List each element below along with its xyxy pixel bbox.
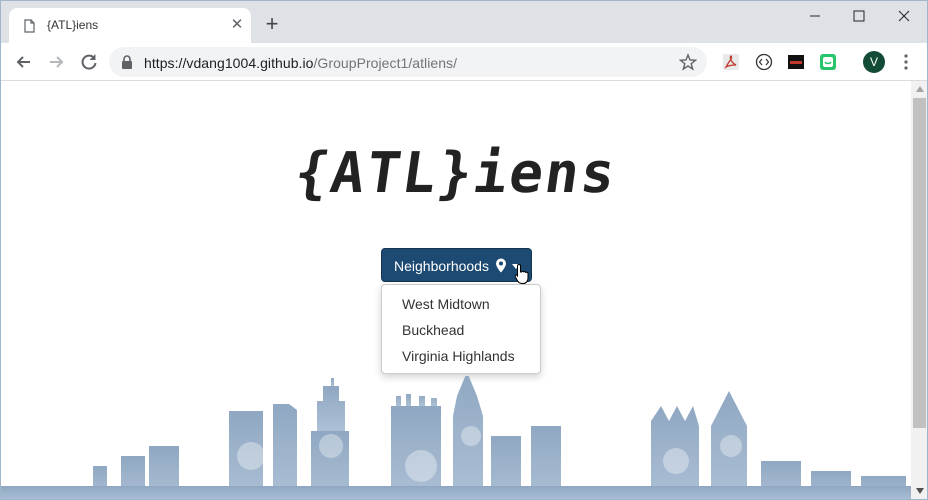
close-tab-icon[interactable]: ✕ bbox=[229, 17, 245, 33]
lock-icon bbox=[122, 55, 132, 69]
profile-avatar[interactable]: V bbox=[863, 51, 885, 73]
atlanta-skyline-image bbox=[1, 376, 911, 499]
back-arrow-icon[interactable] bbox=[14, 52, 34, 72]
new-tab-icon[interactable]: + bbox=[263, 13, 281, 35]
star-icon[interactable] bbox=[679, 53, 697, 71]
document-icon bbox=[24, 19, 35, 33]
scroll-down-arrow-icon[interactable] bbox=[916, 488, 924, 494]
dark-extension-icon[interactable] bbox=[787, 53, 805, 71]
url-path: /GroupProject1/atliens/ bbox=[313, 55, 458, 71]
dropdown-item-buckhead[interactable]: Buckhead bbox=[382, 317, 540, 343]
scrollbar-thumb[interactable] bbox=[913, 98, 926, 428]
tab-title: {ATL}iens bbox=[47, 18, 99, 32]
tab-strip: {ATL}iens ✕ + bbox=[1, 1, 927, 43]
browser-window: {ATL}iens ✕ + https://vdang1004.github.i… bbox=[0, 0, 928, 500]
browser-toolbar: https://vdang1004.github.io/GroupProject… bbox=[1, 43, 927, 81]
hand-pointer-icon bbox=[514, 263, 529, 284]
forward-arrow-icon[interactable] bbox=[46, 52, 66, 72]
dropdown-item-west-midtown[interactable]: West Midtown bbox=[382, 291, 540, 317]
close-window-icon[interactable] bbox=[889, 5, 919, 27]
maximize-icon[interactable] bbox=[844, 5, 874, 27]
menu-kebab-icon[interactable] bbox=[900, 53, 912, 71]
address-bar[interactable]: https://vdang1004.github.io/GroupProject… bbox=[109, 47, 707, 77]
scroll-up-arrow-icon[interactable] bbox=[916, 86, 924, 92]
url-text: https://vdang1004.github.io/GroupProject… bbox=[144, 55, 457, 71]
neighborhoods-dropdown-button[interactable]: Neighborhoods bbox=[381, 248, 532, 284]
site-logo: {ATL}iens bbox=[290, 141, 622, 206]
browser-tab[interactable]: {ATL}iens ✕ bbox=[9, 8, 251, 43]
minimize-icon[interactable] bbox=[800, 5, 830, 27]
vertical-scrollbar[interactable] bbox=[911, 81, 927, 499]
dropdown-item-virginia-highlands[interactable]: Virginia Highlands bbox=[382, 343, 540, 369]
neighborhoods-dropdown-menu: West Midtown Buckhead Virginia Highlands bbox=[381, 284, 541, 374]
page-viewport: {ATL}iens Neighborhoods West Midtown Buc… bbox=[1, 81, 911, 499]
url-host: https://vdang1004.github.io bbox=[144, 55, 314, 71]
dropdown-label: Neighborhoods bbox=[394, 258, 489, 274]
reload-icon[interactable] bbox=[79, 52, 99, 72]
map-pin-icon bbox=[496, 258, 506, 273]
green-extension-icon[interactable] bbox=[819, 53, 837, 71]
pdf-extension-icon[interactable] bbox=[722, 53, 740, 71]
code-extension-icon[interactable] bbox=[755, 53, 773, 71]
